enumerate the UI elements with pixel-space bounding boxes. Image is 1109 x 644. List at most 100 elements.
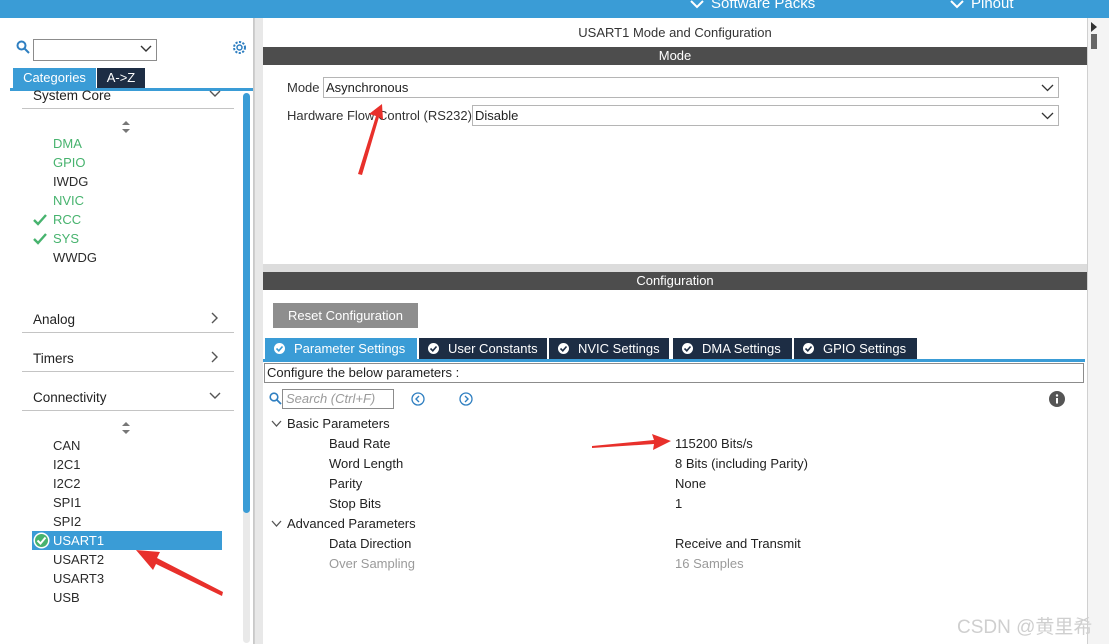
tab-underline [263,359,1085,362]
group-system-core[interactable]: System Core [22,83,234,109]
param-name-stop-bits: Stop Bits [329,496,382,511]
peripheral-item-usart2[interactable]: USART2 [53,552,104,567]
group-label: Connectivity [33,390,107,405]
scrollbar-thumb[interactable] [243,93,250,513]
param-value-data-direction[interactable]: Receive and Transmit [675,536,801,551]
group-label: Analog [33,312,76,327]
mode-value: Asynchronous [326,80,409,95]
peripheral-item-sys[interactable]: SYS [53,231,79,246]
param-value-baud-rate[interactable]: 115200 Bits/s [675,436,753,451]
chevron-down-icon [950,0,964,9]
mode-combo[interactable]: Asynchronous [323,77,1059,98]
peripheral-item-iwdg[interactable]: IWDG [53,174,88,189]
chevron-down-icon [1041,112,1054,120]
peripheral-item-usart3[interactable]: USART3 [53,571,104,586]
tree-group-basic-parameters[interactable]: Basic Parameters [271,416,471,432]
mode-header-bar: Mode [263,47,1087,65]
group-connectivity[interactable]: Connectivity [22,385,234,411]
check-circle-icon [33,532,50,549]
chevron-down-icon [140,45,152,52]
configuration-panel: Configuration Reset Configuration Parame… [263,272,1087,644]
previous-match-icon[interactable] [411,392,425,406]
tab-dma-settings[interactable]: DMA Settings [673,338,792,359]
chevron-down-icon [690,0,704,9]
software-packs-menu[interactable]: Software Packs [711,0,815,12]
mode-label: Mode [287,80,320,95]
parameter-search-input[interactable]: Search (Ctrl+F) [282,389,394,409]
hw-flow-value: Disable [475,108,519,123]
sort-icon[interactable] [120,120,132,134]
peripheral-item-label: USART1 [53,533,105,548]
tab-gpio-settings[interactable]: GPIO Settings [794,338,917,359]
annotation-arrow-baud [592,434,671,450]
peripheral-item-nvic[interactable]: NVIC [53,193,84,208]
watermark: CSDN @黄里希 [957,617,1093,638]
panel-divider[interactable] [263,264,1087,272]
peripheral-item-rcc[interactable]: RCC [53,212,81,227]
search-icon[interactable] [16,40,30,54]
pinout-menu[interactable]: Pinout [971,0,1014,12]
tab-user-constants[interactable]: User Constants [419,338,547,359]
check-circle-icon [803,343,814,354]
param-name-parity: Parity [329,476,363,491]
peripheral-item-i2c2[interactable]: I2C2 [53,476,80,491]
chevron-down-icon [271,520,282,527]
chevron-down-icon [209,90,221,97]
param-value-parity[interactable]: None [675,476,706,491]
annotation-arrow-mode [358,104,383,175]
search-icon[interactable] [269,392,282,405]
chevron-down-icon [209,392,221,399]
top-toolbar: Software Packs Pinout [0,0,1109,18]
peripheral-item-can[interactable]: CAN [53,438,80,453]
hw-flow-combo[interactable]: Disable [472,105,1059,126]
tab-label: Parameter Settings [294,341,406,356]
check-circle-icon [682,343,693,354]
group-analog[interactable]: Analog [22,307,234,333]
check-circle-icon [428,343,439,354]
collapse-arrow-icon[interactable] [1090,22,1098,52]
group-label: Timers [33,351,74,366]
tree-group-advanced-parameters[interactable]: Advanced Parameters [271,516,471,532]
param-value-stop-bits[interactable]: 1 [675,496,682,511]
chevron-right-icon [211,312,218,324]
panel-title: USART1 Mode and Configuration [578,25,772,40]
next-match-icon[interactable] [459,392,473,406]
peripheral-item-i2c1[interactable]: I2C1 [53,457,80,472]
param-name-over-sampling: Over Sampling [329,556,415,571]
check-icon [33,233,47,245]
chevron-down-icon [1041,84,1054,92]
peripheral-item-spi2[interactable]: SPI2 [53,514,81,529]
tab-label: NVIC Settings [578,341,660,356]
configuration-header-bar: Configuration [263,272,1087,290]
peripheral-item-dma[interactable]: DMA [53,136,82,151]
peripheral-item-gpio[interactable]: GPIO [53,155,86,170]
param-value-over-sampling: 16 Samples [675,556,744,571]
reset-configuration-button[interactable]: Reset Configuration [273,303,418,328]
param-name-baud-rate: Baud Rate [329,436,391,451]
tab-nvic-settings[interactable]: NVIC Settings [549,338,669,359]
tab-label: User Constants [448,341,538,356]
check-circle-icon [558,343,569,354]
chevron-right-icon [211,351,218,363]
info-icon[interactable] [1049,391,1065,407]
right-side-strip [1087,18,1109,644]
param-name-data-direction: Data Direction [329,536,412,551]
peripheral-item-spi1[interactable]: SPI1 [53,495,81,510]
panel-splitter[interactable] [254,18,263,644]
group-timers[interactable]: Timers [22,346,234,372]
tab-label: GPIO Settings [823,341,907,356]
param-value-word-length[interactable]: 8 Bits (including Parity) [675,456,808,471]
tab-parameter-settings[interactable]: Parameter Settings [265,338,417,359]
tree-group-label: Advanced Parameters [287,516,416,531]
tree-group-label: Basic Parameters [287,416,390,431]
group-label: System Core [33,88,112,103]
check-icon [33,214,47,226]
tab-label: DMA Settings [702,341,781,356]
sort-icon[interactable] [120,421,132,435]
peripheral-item-wwdg[interactable]: WWDG [53,250,97,265]
annotation-arrow-usart1 [136,550,223,596]
peripheral-item-usb[interactable]: USB [53,590,80,605]
check-circle-icon [274,343,285,354]
gear-icon[interactable] [231,39,248,56]
search-combo[interactable] [33,39,157,61]
